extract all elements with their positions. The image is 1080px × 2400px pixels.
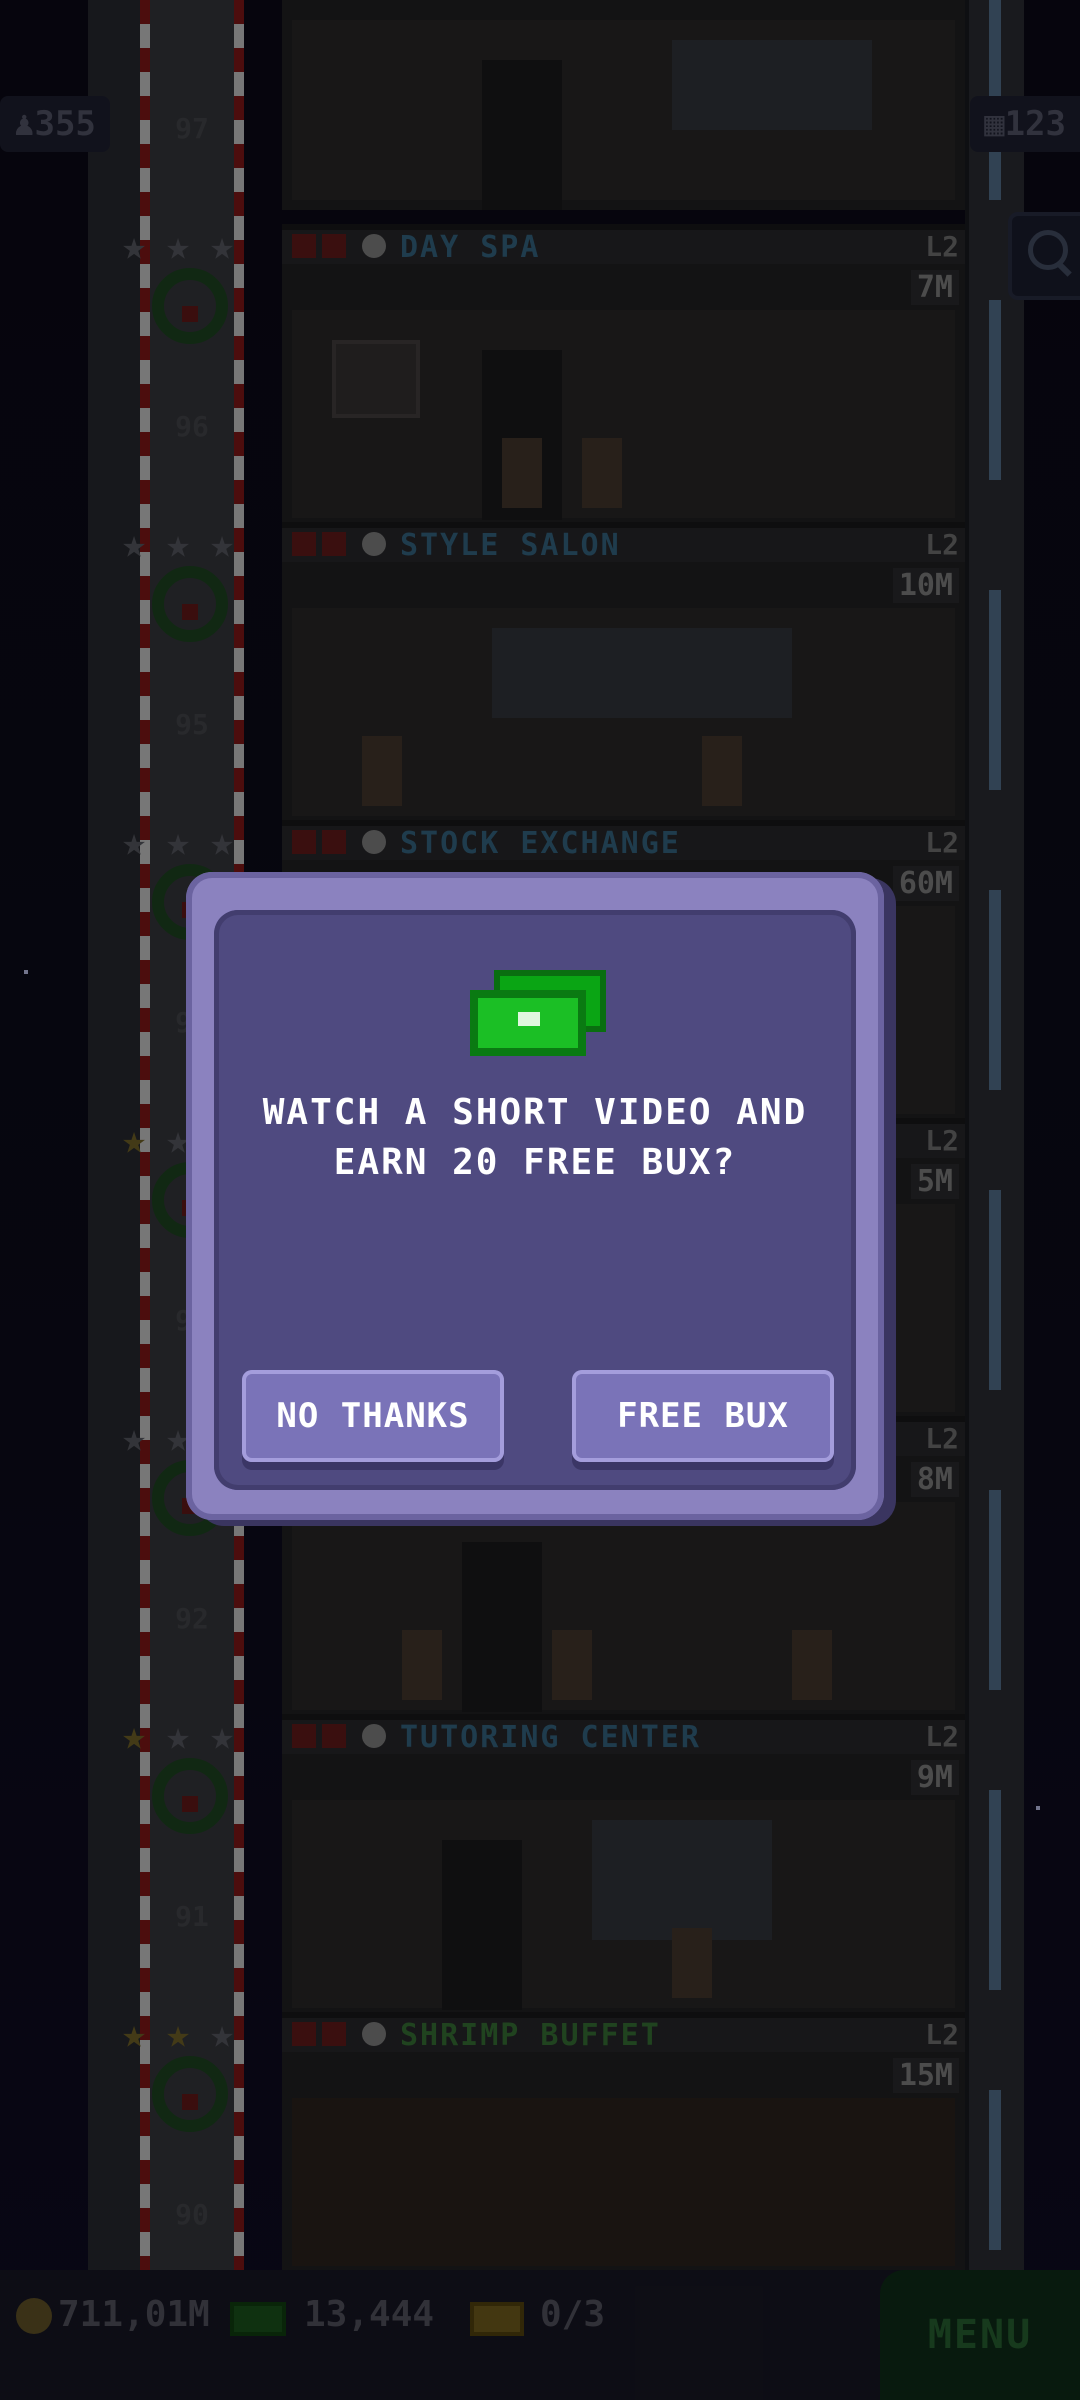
dialog-message: WATCH A SHORT VIDEO AND EARN 20 FREE BUX… xyxy=(230,1088,840,1188)
no-thanks-button[interactable]: NO THANKS xyxy=(242,1370,504,1462)
dialog-message-line2: EARN 20 FREE BUX? xyxy=(333,1142,737,1183)
dialog-message-line1: WATCH A SHORT VIDEO AND xyxy=(262,1092,808,1133)
free-bux-button[interactable]: FREE BUX xyxy=(572,1370,834,1462)
cash-mark xyxy=(518,1012,540,1026)
cash-front xyxy=(470,990,586,1056)
bux-cash-icon xyxy=(470,970,610,1060)
